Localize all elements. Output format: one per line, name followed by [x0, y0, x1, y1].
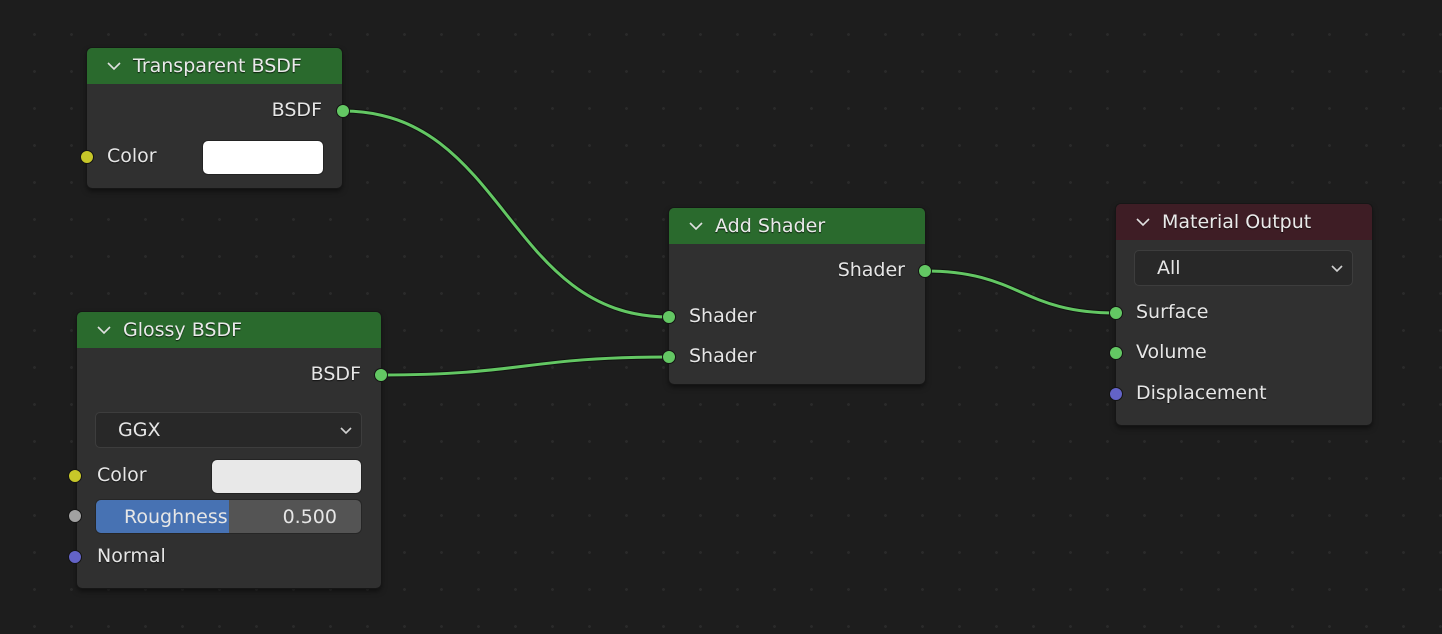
input-label-volume: Volume: [1136, 341, 1207, 363]
node-add-shader[interactable]: Add Shader Shader Shader Shader: [662, 208, 932, 384]
socket-input-shader-1[interactable]: [662, 310, 676, 324]
node-title: Transparent BSDF: [133, 55, 302, 77]
socket-output-bsdf[interactable]: [374, 368, 388, 382]
link-add-to-surface[interactable]: [924, 268, 1117, 316]
color-swatch[interactable]: [212, 460, 361, 493]
input-label-shader-1: Shader: [689, 305, 757, 327]
input-label-shader-2: Shader: [689, 345, 757, 367]
socket-input-surface[interactable]: [1109, 306, 1123, 320]
distribution-dropdown[interactable]: GGX: [95, 412, 362, 448]
socket-input-shader-2[interactable]: [662, 350, 676, 364]
node-header[interactable]: Add Shader: [669, 208, 925, 244]
socket-input-color[interactable]: [80, 150, 94, 164]
output-label-bsdf: BSDF: [271, 99, 322, 121]
input-label-displacement: Displacement: [1136, 382, 1267, 404]
link-transparent-to-add-1-core: [342, 109, 670, 319]
socket-input-color[interactable]: [68, 469, 82, 483]
collapse-chevron-icon[interactable]: [1134, 213, 1152, 231]
input-label-color: Color: [107, 145, 157, 167]
input-label-color: Color: [97, 464, 147, 486]
node-material-output[interactable]: Material Output All Surface Volume Displ…: [1109, 204, 1372, 425]
node-glossy-bsdf[interactable]: Glossy BSDF BSDF GGX Color Roughness 0.5…: [68, 312, 388, 588]
output-label-shader: Shader: [837, 259, 905, 281]
chevron-down-icon: [1331, 265, 1343, 273]
node-editor-canvas[interactable]: Transparent BSDF BSDF Color Glossy BSDF …: [0, 0, 1442, 634]
output-label-bsdf: BSDF: [310, 363, 361, 385]
node-header[interactable]: Glossy BSDF: [77, 312, 381, 348]
socket-input-volume[interactable]: [1109, 346, 1123, 360]
collapse-chevron-icon[interactable]: [105, 57, 123, 75]
slider-label: Roughness: [124, 505, 228, 528]
socket-input-displacement[interactable]: [1109, 387, 1123, 401]
collapse-chevron-icon[interactable]: [687, 217, 705, 235]
collapse-chevron-icon[interactable]: [95, 321, 113, 339]
input-label-surface: Surface: [1136, 301, 1209, 323]
link-glossy-to-add-2-core: [380, 355, 670, 377]
socket-input-normal[interactable]: [68, 550, 82, 564]
socket-output-shader[interactable]: [918, 264, 932, 278]
link-transparent-to-add-1[interactable]: [342, 108, 670, 320]
link-add-to-surface-core: [924, 269, 1117, 315]
node-header[interactable]: Transparent BSDF: [87, 48, 342, 84]
node-header[interactable]: Material Output: [1116, 204, 1372, 240]
link-glossy-to-add-2[interactable]: [380, 354, 670, 378]
dropdown-value: All: [1157, 257, 1181, 279]
node-title: Material Output: [1162, 211, 1312, 233]
input-label-normal: Normal: [97, 545, 166, 567]
socket-output-bsdf[interactable]: [336, 104, 350, 118]
node-transparent-bsdf[interactable]: Transparent BSDF BSDF Color: [80, 48, 350, 188]
node-title: Add Shader: [715, 215, 826, 237]
color-swatch[interactable]: [203, 141, 323, 174]
node-title: Glossy BSDF: [123, 319, 243, 341]
socket-input-roughness[interactable]: [68, 509, 82, 523]
chevron-down-icon: [340, 427, 352, 435]
slider-value: 0.500: [282, 505, 337, 528]
target-dropdown[interactable]: All: [1134, 250, 1353, 286]
dropdown-value: GGX: [118, 419, 161, 441]
roughness-slider[interactable]: Roughness 0.500: [96, 500, 361, 533]
